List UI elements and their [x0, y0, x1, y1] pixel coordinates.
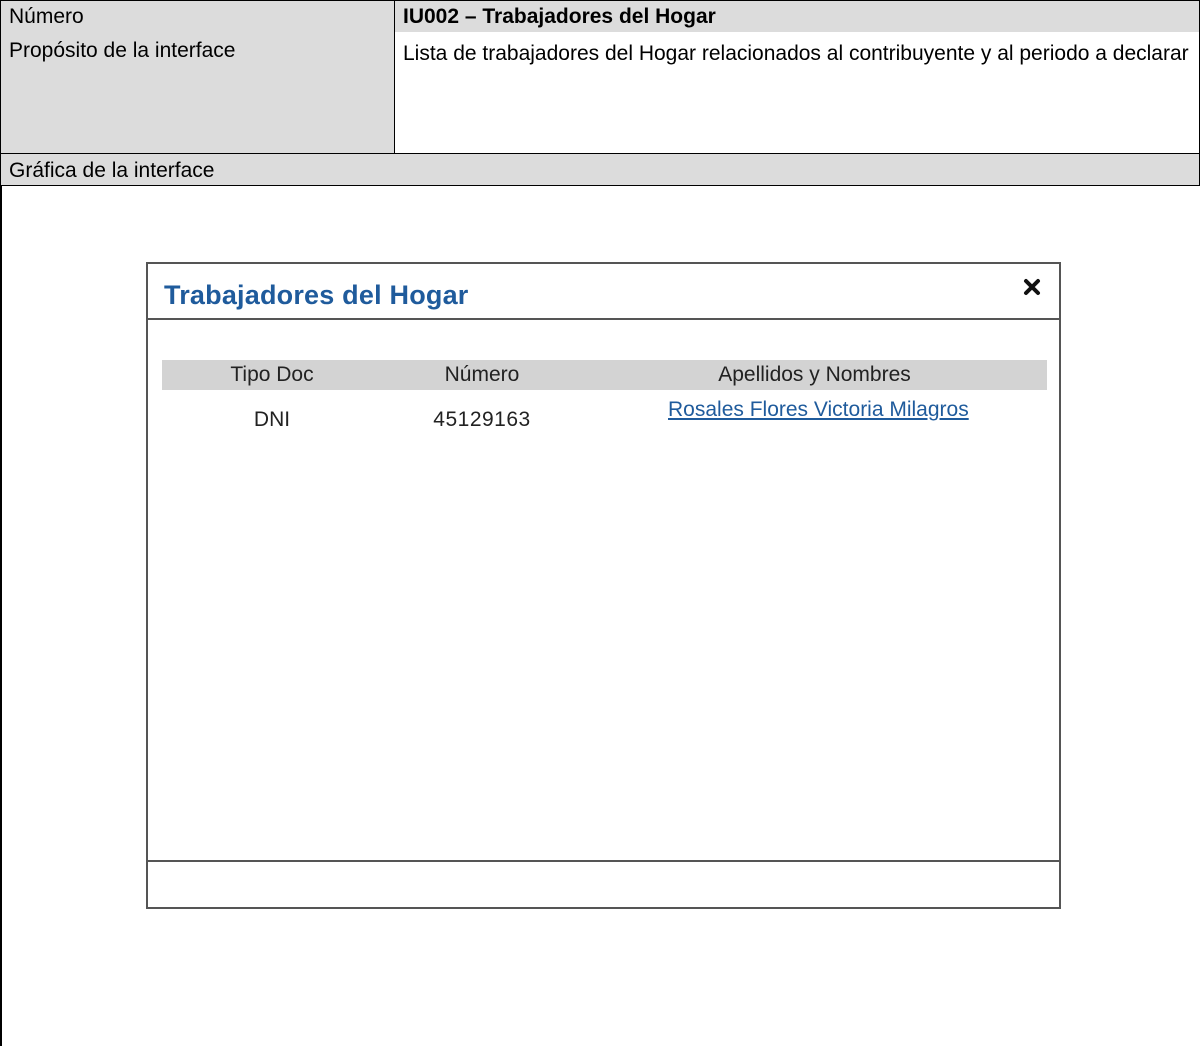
dialog-footer-divider — [148, 860, 1059, 862]
cell-numero: 45129163 — [433, 408, 531, 431]
column-header-apellidos-nombres: Apellidos y Nombres — [718, 363, 911, 386]
table-header: Tipo Doc Número Apellidos y Nombres — [162, 360, 1047, 390]
trabajadores-dialog: Trabajadores del Hogar Tipo Doc Número A… — [146, 262, 1061, 909]
spec-value-numero: IU002 – Trabajadores del Hogar — [394, 0, 1200, 33]
spec-row-proposito: Propósito de la interface Lista de traba… — [0, 32, 1200, 154]
close-icon-graphic — [1024, 279, 1040, 295]
spec-label-proposito: Propósito de la interface — [0, 32, 395, 154]
dialog-header-divider — [148, 318, 1059, 320]
interface-spec-table: Número IU002 – Trabajadores del Hogar Pr… — [0, 0, 1200, 1046]
column-header-numero: Número — [444, 363, 520, 386]
close-icon[interactable] — [1021, 276, 1043, 298]
dialog-title: Trabajadores del Hogar — [164, 280, 469, 310]
spec-row-numero: Número IU002 – Trabajadores del Hogar — [0, 0, 1200, 33]
table-row: DNI 45129163 Rosales Flores Victoria Mil… — [162, 396, 1047, 436]
column-header-tipo-doc: Tipo Doc — [230, 363, 314, 386]
spec-label-numero: Número — [0, 0, 395, 33]
spec-value-proposito: Lista de trabajadores del Hogar relacion… — [394, 32, 1200, 154]
worker-name-link[interactable]: Rosales Flores Victoria Milagros — [668, 398, 969, 422]
spec-label-grafica: Gráfica de la interface — [0, 153, 1200, 186]
cell-tipo-doc: DNI — [253, 408, 291, 431]
spec-row-grafica: Gráfica de la interface — [0, 153, 1200, 186]
